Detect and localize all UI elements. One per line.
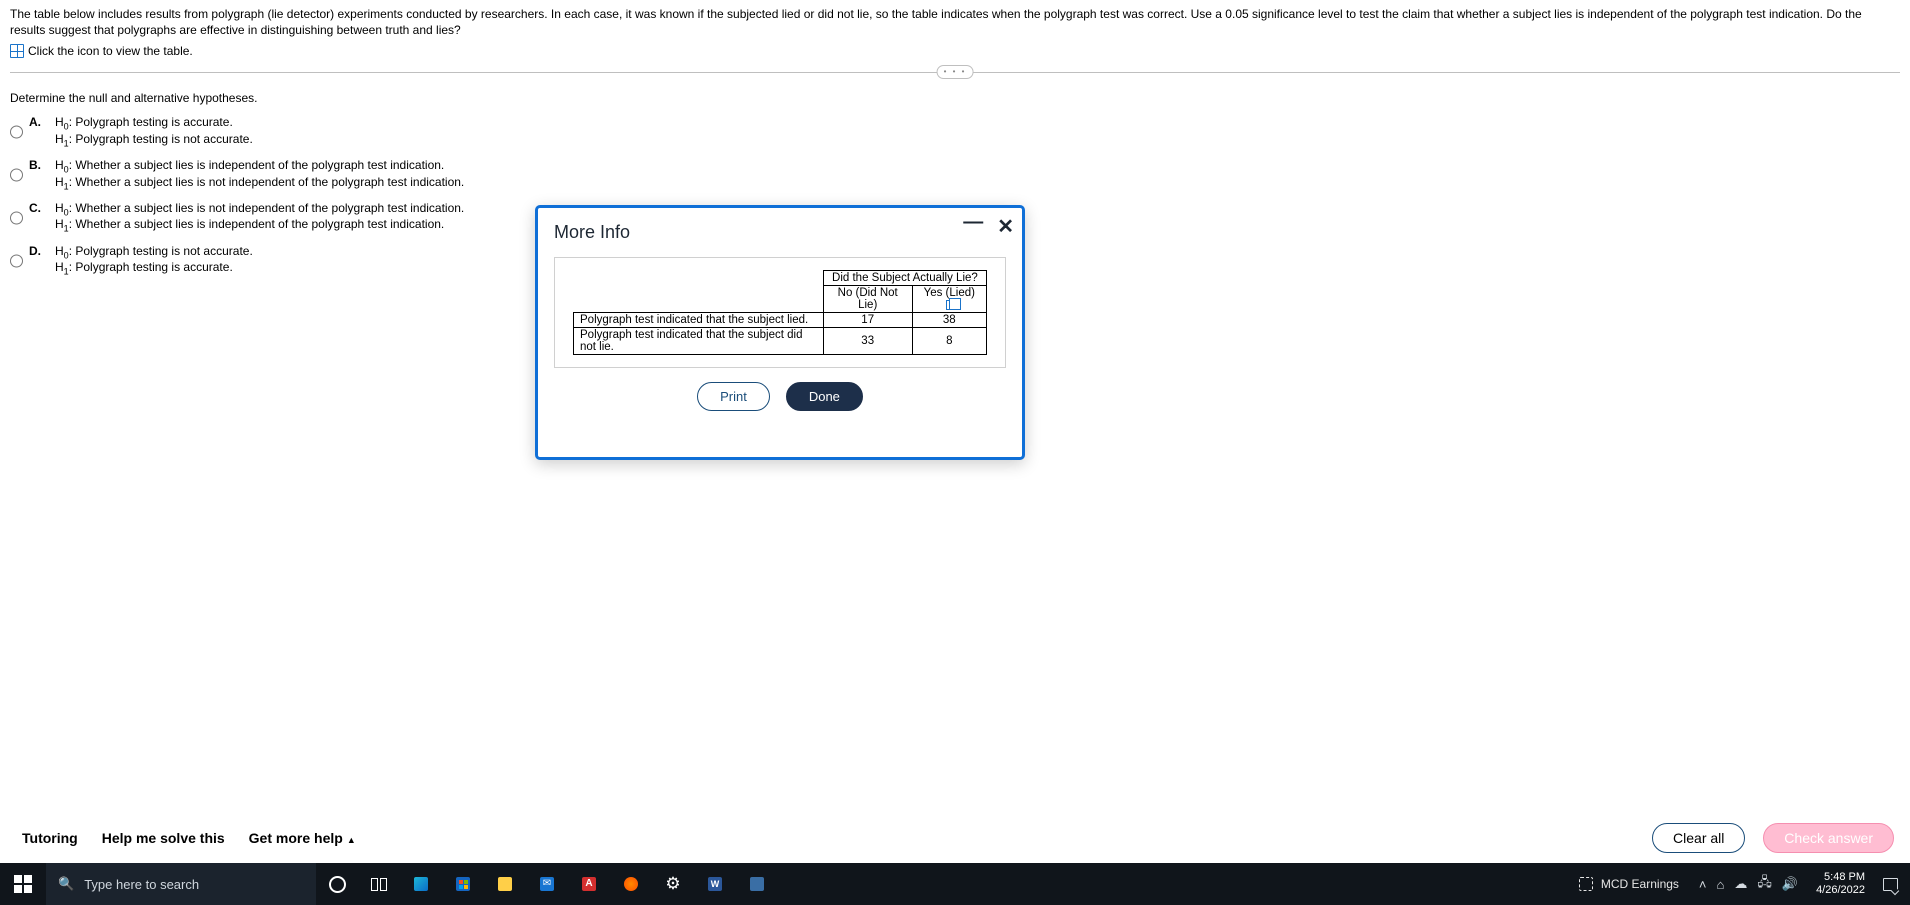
taskbar-clock[interactable]: 5:48 PM 4/26/2022 — [1808, 871, 1873, 896]
help-link[interactable]: Help me solve this — [102, 830, 225, 846]
word-icon[interactable]: W — [694, 863, 736, 905]
close-icon[interactable]: ✕ — [997, 214, 1014, 239]
windows-icon — [14, 875, 32, 893]
row1-no: 17 — [823, 313, 912, 328]
tray-onedrive-icon[interactable]: ☁ — [1734, 876, 1747, 892]
app-orange-icon[interactable] — [610, 863, 652, 905]
subquestion: Determine the null and alternative hypot… — [10, 91, 1900, 105]
expand-icon[interactable]: • • • — [937, 65, 974, 79]
store-icon[interactable] — [442, 863, 484, 905]
col-no: No (Did Not Lie) — [823, 286, 912, 313]
windows-taskbar: 🔍 Type here to search ✉ A ⚙ W MCD Earnin… — [0, 863, 1910, 905]
print-button[interactable]: Print — [697, 382, 770, 411]
col-yes: Yes (Lied) — [912, 286, 986, 313]
row2-no: 33 — [823, 328, 912, 355]
option-b-label: B. — [29, 158, 49, 191]
more-info-modal: — ✕ More Info Did the Subject Actually L… — [535, 205, 1025, 460]
option-b-radio[interactable] — [10, 159, 23, 191]
task-view-icon[interactable] — [358, 863, 400, 905]
option-a-label: A. — [29, 115, 49, 148]
tray-meet-icon[interactable]: ⌂ — [1717, 877, 1725, 892]
photos-icon[interactable] — [736, 863, 778, 905]
news-icon — [1579, 877, 1593, 891]
page-footer: Tutoring Help me solve this Get more hel… — [0, 813, 1910, 863]
done-button[interactable]: Done — [786, 382, 863, 411]
taskbar-search[interactable]: 🔍 Type here to search — [46, 863, 316, 905]
minimize-icon[interactable]: — — [963, 211, 983, 234]
search-placeholder: Type here to search — [84, 877, 199, 892]
row1-yes: 38 — [912, 313, 986, 328]
action-center-icon[interactable] — [1883, 878, 1898, 891]
table-header-span: Did the Subject Actually Lie? — [823, 271, 986, 286]
explorer-icon[interactable] — [484, 863, 526, 905]
clock-time: 5:48 PM — [1816, 871, 1865, 884]
news-ticker[interactable]: MCD Earnings — [1569, 877, 1689, 891]
table-hint-text: Click the icon to view the table. — [28, 44, 193, 58]
table-icon[interactable] — [10, 44, 24, 58]
app-a-icon[interactable]: A — [568, 863, 610, 905]
option-b-text: H0: Whether a subject lies is independen… — [55, 158, 464, 191]
tutoring-link[interactable]: Tutoring — [22, 830, 78, 846]
settings-icon[interactable]: ⚙ — [652, 863, 694, 905]
copy-icon[interactable] — [946, 300, 956, 310]
option-d-text: H0: Polygraph testing is not accurate. H… — [55, 244, 253, 277]
question-prompt: The table below includes results from po… — [10, 6, 1900, 38]
ticker-text: MCD Earnings — [1601, 877, 1679, 891]
option-d-label: D. — [29, 244, 49, 277]
clear-all-button[interactable]: Clear all — [1652, 823, 1745, 853]
option-a-text: H0: Polygraph testing is accurate. H1: P… — [55, 115, 253, 148]
search-icon: 🔍 — [58, 876, 74, 892]
clock-date: 4/26/2022 — [1816, 884, 1865, 897]
mail-icon[interactable]: ✉ — [526, 863, 568, 905]
data-table: Did the Subject Actually Lie? No (Did No… — [573, 270, 987, 355]
cortana-icon[interactable] — [316, 863, 358, 905]
option-d-radio[interactable] — [10, 245, 23, 277]
tray-volume-icon[interactable]: 🔊 — [1782, 876, 1798, 892]
caret-up-icon: ▲ — [347, 835, 356, 845]
modal-title: More Info — [554, 222, 1006, 243]
check-answer-button[interactable]: Check answer — [1763, 823, 1894, 853]
option-a-radio[interactable] — [10, 116, 23, 148]
edge-icon[interactable] — [400, 863, 442, 905]
option-c-label: C. — [29, 201, 49, 234]
option-c-radio[interactable] — [10, 202, 23, 234]
tray-network-icon[interactable]: 🖧 — [1757, 873, 1772, 895]
start-button[interactable] — [0, 863, 46, 905]
row2-label: Polygraph test indicated that the subjec… — [574, 328, 824, 355]
row2-yes: 8 — [912, 328, 986, 355]
more-help-dropdown[interactable]: Get more help▲ — [249, 830, 356, 846]
tray-chevron-icon[interactable]: ˄ — [1699, 877, 1707, 892]
option-c-text: H0: Whether a subject lies is not indepe… — [55, 201, 464, 234]
row1-label: Polygraph test indicated that the subjec… — [574, 313, 824, 328]
